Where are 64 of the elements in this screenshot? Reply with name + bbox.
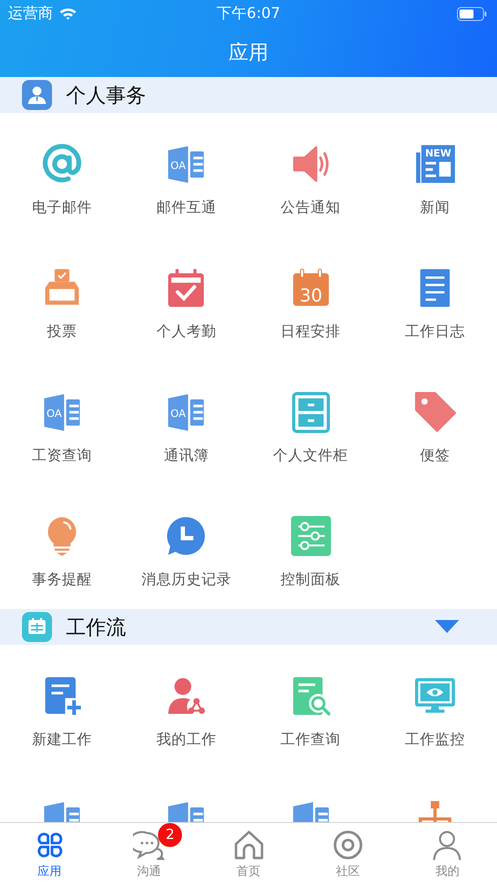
app-label: 我的工作	[156, 731, 216, 749]
app-tile[interactable]: 投票	[0, 237, 124, 361]
ring-icon	[332, 829, 364, 861]
clock-icon	[165, 515, 208, 557]
app-tile[interactable]: 新建工作	[0, 645, 124, 769]
app-tile[interactable]: 工作监控	[372, 645, 497, 769]
tab-item[interactable]: 应用	[0, 823, 100, 883]
section-title: 工作流	[66, 614, 126, 640]
carrier-name: 运营商	[8, 4, 53, 23]
section-header[interactable]: 个人事务	[0, 77, 497, 113]
app-label: 工资查询	[32, 447, 92, 465]
app-label: 电子邮件	[32, 199, 92, 217]
email-icon	[41, 143, 84, 185]
app-label: 事务提醒	[32, 571, 92, 589]
home-icon	[232, 829, 265, 861]
page-title: 应用	[228, 38, 268, 66]
app-label: 邮件互通	[156, 199, 216, 217]
app-tile[interactable]: 控制面板	[248, 485, 373, 609]
app-label: 通讯簿	[164, 447, 209, 465]
app-tile[interactable]: OA 通讯簿	[124, 361, 248, 485]
section-header[interactable]: 工作流	[0, 609, 497, 645]
person-icon	[22, 80, 52, 110]
app-tile[interactable]: 电子邮件	[0, 113, 124, 237]
app-label: 工作查询	[280, 731, 341, 749]
cabinet-icon	[290, 391, 332, 433]
app-tile[interactable]: NEW 新闻	[372, 113, 497, 237]
unread-badge: 2	[158, 823, 182, 847]
app-tile[interactable]: 便签	[372, 361, 497, 485]
app-tile[interactable]: OA 邮件互通	[124, 113, 248, 237]
app-tile[interactable]: 公告通知	[248, 113, 373, 237]
usershare-icon	[165, 675, 208, 717]
app-label: 新闻	[420, 198, 450, 217]
app-tile[interactable]: 工作查询	[248, 645, 373, 769]
app-label: 日程安排	[280, 322, 341, 341]
caret-icon[interactable]	[435, 620, 459, 634]
app-label: 公告通知	[280, 199, 341, 217]
app-label: 投票	[47, 323, 78, 341]
tab-item[interactable]: 我的	[398, 823, 497, 883]
tab-item[interactable]: 2 沟通	[99, 823, 199, 883]
app-tile[interactable]: 个人考勤	[124, 237, 248, 361]
user-icon	[431, 829, 464, 861]
app-label: 工作日志	[404, 323, 465, 341]
app-label: 新建工作	[32, 730, 92, 749]
app-tile[interactable]: OA 工资查询	[0, 361, 124, 485]
calendar-icon	[22, 612, 52, 642]
app-label: 便签	[420, 447, 450, 465]
app-label: 工作监控	[404, 731, 465, 749]
app-tile[interactable]: 消息历史记录	[124, 485, 248, 609]
sliders-icon	[290, 515, 332, 557]
app-label: 个人文件柜	[273, 447, 348, 465]
section-title: 个人事务	[66, 82, 146, 108]
wifi-icon	[59, 7, 77, 20]
battery-icon	[457, 6, 487, 20]
app-label: 消息历史记录	[141, 571, 232, 589]
tag-icon	[414, 391, 456, 433]
app-tile[interactable]: 我的工作	[124, 645, 248, 769]
status-time: 下午6:07	[216, 4, 280, 23]
app-tile[interactable]: 个人文件柜	[248, 361, 373, 485]
app-label: 控制面板	[280, 571, 341, 589]
app-tile[interactable]: 事务提醒	[0, 485, 124, 609]
chat-icon	[133, 829, 166, 861]
app-tile[interactable]: 30 日程安排	[248, 237, 373, 361]
app-label: 个人考勤	[156, 323, 216, 341]
app-tile[interactable]: 工作日志	[372, 237, 497, 361]
